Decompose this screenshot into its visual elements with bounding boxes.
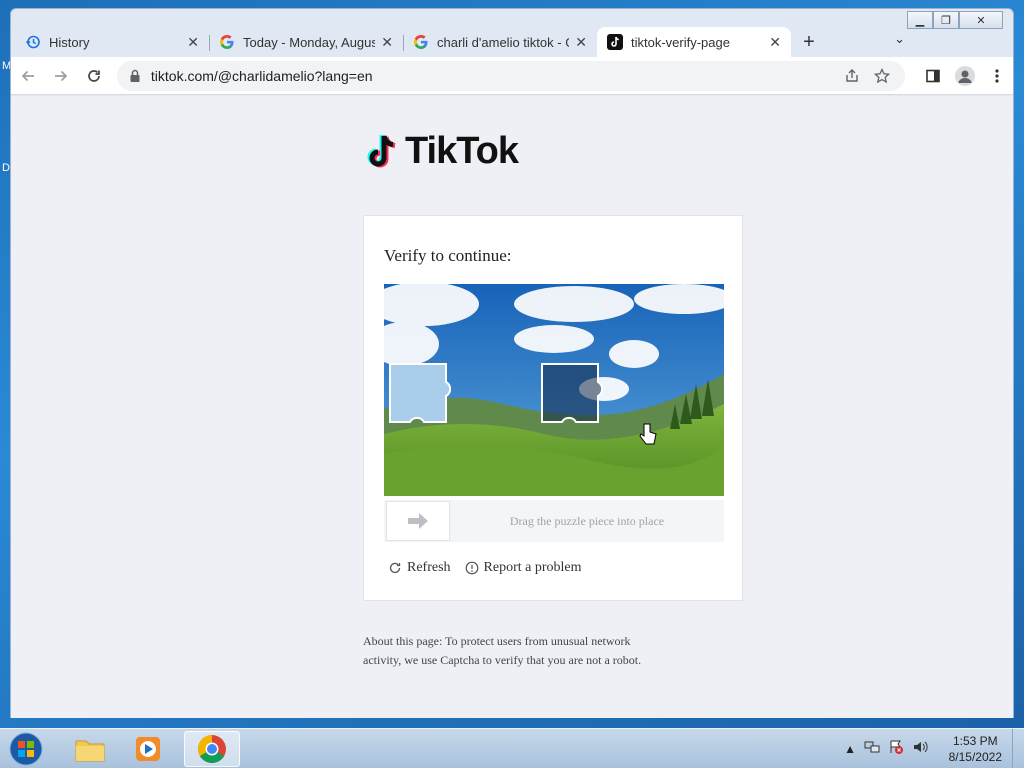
side-panel-icon <box>926 69 940 82</box>
captcha-actions: Refresh Report a problem <box>388 560 596 576</box>
clock-date: 8/15/2022 <box>948 750 1002 764</box>
share-icon <box>846 68 858 82</box>
bookmark-button[interactable] <box>867 67 897 84</box>
tab-tiktok-verify[interactable]: tiktok-verify-page ✕ <box>597 27 791 57</box>
reload-button[interactable] <box>78 60 109 92</box>
start-button[interactable] <box>6 731 46 767</box>
tab-history[interactable]: History ✕ <box>15 27 209 57</box>
folder-icon <box>75 740 105 762</box>
network-icon[interactable] <box>864 739 880 758</box>
refresh-button[interactable]: Refresh <box>388 560 451 576</box>
report-label: Report a problem <box>483 560 582 575</box>
minimize-button[interactable]: ▁ <box>907 11 933 29</box>
windows-logo-icon <box>9 732 43 766</box>
history-icon <box>25 34 41 50</box>
lock-icon <box>130 69 140 82</box>
share-button[interactable] <box>837 68 867 84</box>
desktop-icon-label-stub: D <box>2 162 10 174</box>
clock-time: 1:53 PM <box>952 734 998 748</box>
tab-title: charli d'amelio tiktok - G <box>437 34 570 50</box>
close-tab-icon[interactable]: ✕ <box>381 34 393 51</box>
refresh-icon <box>389 562 401 574</box>
arrow-left-icon <box>22 70 35 81</box>
tiktok-icon <box>607 34 623 50</box>
slider-hint: Drag the puzzle piece into place <box>509 514 665 528</box>
kebab-menu-icon <box>995 68 999 83</box>
arrow-right-icon <box>408 513 428 529</box>
info-icon <box>465 561 478 575</box>
tab-title: tiktok-verify-page <box>631 34 730 50</box>
about-page-text: About this page: To protect users from u… <box>363 634 642 667</box>
tab-title: Today - Monday, August <box>243 34 376 50</box>
toolbar-right <box>917 65 1013 86</box>
close-tab-icon[interactable]: ✕ <box>769 34 781 51</box>
avatar-icon <box>954 65 975 86</box>
window-controls: ▁ ❐ ✕ <box>907 11 1003 29</box>
back-button[interactable] <box>13 60 44 92</box>
browser-toolbar: tiktok.com/@charlidamelio?lang=en <box>11 57 1013 95</box>
browser-window: ▁ ❐ ✕ History ✕ Today - Monday, August ✕… <box>10 8 1014 718</box>
chrome-icon <box>198 735 226 763</box>
google-icon <box>413 34 429 50</box>
slider-handle[interactable] <box>386 501 450 541</box>
media-player-icon <box>136 737 160 761</box>
captcha-puzzle-image <box>384 284 724 496</box>
show-desktop-button[interactable] <box>1012 729 1024 768</box>
puzzle-target-slot <box>541 363 604 423</box>
restore-button[interactable]: ❐ <box>933 11 959 29</box>
taskbar-clock[interactable]: 1:53 PM 8/15/2022 <box>949 733 1002 765</box>
taskbar-media-player[interactable] <box>120 731 176 767</box>
volume-icon[interactable] <box>912 739 928 758</box>
page-content: TikTok Verify to continue: Drag the puzz… <box>11 96 1013 718</box>
profile-button[interactable] <box>949 65 981 86</box>
taskbar-chrome[interactable] <box>184 731 240 767</box>
tiktok-note-icon <box>367 133 396 167</box>
windows-taskbar: ▲ 1:53 PM 8/15/2022 <box>0 728 1024 768</box>
close-tab-icon[interactable]: ✕ <box>575 34 587 51</box>
captcha-slider[interactable]: Drag the puzzle piece into place <box>384 500 724 542</box>
tab-strip: History ✕ Today - Monday, August ✕ charl… <box>15 25 827 57</box>
close-tab-icon[interactable]: ✕ <box>187 34 199 51</box>
captcha-title: Verify to continue: <box>384 246 512 265</box>
tab-google-today[interactable]: Today - Monday, August ✕ <box>209 27 403 57</box>
new-tab-button[interactable]: + <box>791 27 827 57</box>
tab-google-charli[interactable]: charli d'amelio tiktok - G ✕ <box>403 27 597 57</box>
side-panel-button[interactable] <box>917 68 949 84</box>
action-center-icon[interactable] <box>888 739 904 758</box>
menu-button[interactable] <box>981 68 1013 84</box>
arrow-right-icon <box>54 70 68 81</box>
star-icon <box>873 67 890 83</box>
url-text[interactable]: tiktok.com/@charlidamelio?lang=en <box>151 68 837 84</box>
taskbar-explorer[interactable] <box>62 731 118 767</box>
captcha-card: Verify to continue: Drag the puzzle piec… <box>363 215 743 601</box>
google-icon <box>219 34 235 50</box>
system-tray: ▲ <box>836 739 928 758</box>
tab-title: History <box>49 34 90 50</box>
puzzle-piece[interactable] <box>389 363 452 423</box>
close-window-button[interactable]: ✕ <box>959 11 1003 29</box>
forward-button[interactable] <box>46 60 77 92</box>
address-bar[interactable]: tiktok.com/@charlidamelio?lang=en <box>116 60 905 91</box>
reload-icon <box>87 69 100 82</box>
show-hidden-icons[interactable]: ▲ <box>844 742 856 756</box>
refresh-label: Refresh <box>407 560 451 575</box>
logo-wordmark: TikTok <box>405 130 519 172</box>
tiktok-logo: TikTok <box>363 130 519 173</box>
report-problem-button[interactable]: Report a problem <box>465 560 582 576</box>
tab-search-button[interactable]: ⌄ <box>894 31 905 47</box>
